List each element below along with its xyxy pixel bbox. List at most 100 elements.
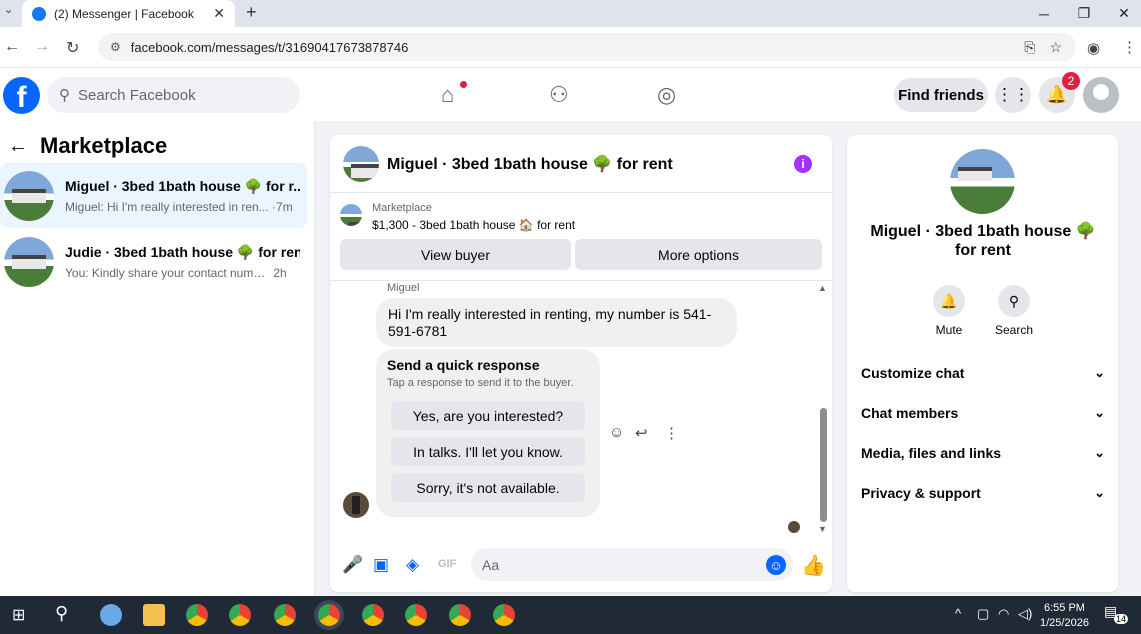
restore-icon[interactable]: ❐ bbox=[1064, 0, 1104, 27]
windows-start-icon[interactable]: ⊞ bbox=[12, 605, 25, 625]
emoji-icon[interactable]: ☺ bbox=[766, 555, 786, 575]
microphone-icon[interactable]: 🎤 bbox=[342, 555, 363, 575]
marketplace-title: Marketplace bbox=[40, 133, 168, 158]
close-window-icon[interactable]: ✕ bbox=[1104, 0, 1141, 27]
more-actions-icon[interactable]: ⋮ bbox=[664, 424, 679, 442]
reload-icon[interactable]: ↻ bbox=[66, 38, 79, 58]
notification-count: 14 bbox=[1114, 614, 1129, 624]
facebook-search-input[interactable]: ⚲ Search Facebook bbox=[47, 77, 300, 113]
section-label: Privacy & support bbox=[861, 485, 981, 501]
media-files-row[interactable]: Media, files and links ⌄ bbox=[861, 445, 1105, 461]
file-explorer-icon[interactable] bbox=[143, 604, 165, 626]
photo-icon[interactable]: ▣ bbox=[373, 555, 389, 575]
chat-members-row[interactable]: Chat members ⌄ bbox=[861, 405, 1105, 421]
chrome-icon[interactable] bbox=[318, 604, 340, 626]
privacy-support-row[interactable]: Privacy & support ⌄ bbox=[861, 485, 1105, 501]
chrome-icon[interactable] bbox=[186, 604, 208, 626]
mute-label: Mute bbox=[935, 323, 963, 337]
more-options-button[interactable]: More options bbox=[575, 239, 822, 270]
browser-tab[interactable]: (2) Messenger | Facebook ✕ bbox=[22, 0, 235, 27]
conversation-time: 2h bbox=[273, 265, 287, 280]
view-buyer-button[interactable]: View buyer bbox=[340, 239, 571, 270]
bookmark-star-icon[interactable]: ☆ bbox=[1049, 39, 1062, 56]
notification-badge: 2 bbox=[1062, 72, 1080, 90]
conversation-name: Miguel · 3bed 1bath house 🌳 for r... bbox=[65, 177, 300, 194]
close-tab-icon[interactable]: ✕ bbox=[213, 5, 225, 22]
chevron-down-icon: ⌄ bbox=[1094, 445, 1105, 460]
new-tab-icon[interactable]: + bbox=[246, 2, 257, 23]
taskbar-search-icon[interactable]: ⚲ bbox=[55, 603, 68, 624]
windows-taskbar bbox=[0, 596, 1141, 634]
chevron-down-icon: ⌄ bbox=[1094, 365, 1105, 380]
listing-large-thumbnail bbox=[950, 149, 1015, 214]
omnibox[interactable]: ⚙ facebook.com/messages/t/31690417673878… bbox=[98, 33, 1076, 61]
home-notification-dot bbox=[460, 81, 467, 88]
conversation-item[interactable]: Miguel · 3bed 1bath house 🌳 for r... Mig… bbox=[0, 163, 307, 228]
section-label: Chat members bbox=[861, 405, 959, 421]
facebook-logo-icon[interactable]: f bbox=[3, 77, 40, 114]
find-friends-button[interactable]: Find friends bbox=[894, 78, 988, 112]
react-icon[interactable]: ☺ bbox=[609, 424, 624, 441]
marketplace-header: ← Marketplace bbox=[8, 133, 167, 159]
clock-date: 1/25/2026 bbox=[1040, 617, 1089, 629]
message-input[interactable]: Aa bbox=[471, 548, 793, 581]
sticker-icon[interactable]: ◈ bbox=[406, 555, 419, 575]
search-icon: ⚲ bbox=[59, 87, 70, 104]
chat-scrollbar[interactable] bbox=[820, 408, 827, 522]
chrome-icon[interactable] bbox=[449, 604, 471, 626]
site-info-icon[interactable]: ⚙ bbox=[110, 40, 121, 54]
weather-app-icon[interactable] bbox=[100, 604, 122, 626]
friends-icon[interactable]: ⚇ bbox=[549, 82, 569, 108]
scroll-down-icon[interactable]: ▼ bbox=[818, 524, 827, 534]
customize-chat-row[interactable]: Customize chat ⌄ bbox=[861, 365, 1105, 381]
chrome-icon[interactable] bbox=[493, 604, 515, 626]
conversation-time: ·7m bbox=[272, 199, 293, 214]
thumbs-up-icon[interactable]: 👍 bbox=[801, 553, 826, 578]
chrome-icon[interactable] bbox=[229, 604, 251, 626]
listing-title: $1,300 - 3bed 1bath house 🏠 for rent bbox=[372, 218, 576, 232]
volume-icon[interactable]: ◁) bbox=[1018, 606, 1032, 622]
sender-avatar[interactable] bbox=[343, 492, 369, 518]
seen-indicator-avatar bbox=[788, 521, 800, 533]
minimize-icon[interactable]: ─ bbox=[1024, 0, 1064, 27]
chrome-icon[interactable] bbox=[405, 604, 427, 626]
menu-grid-icon[interactable]: ⋮⋮ bbox=[995, 77, 1031, 113]
install-app-icon[interactable]: ⎘ bbox=[1024, 39, 1035, 56]
account-avatar[interactable] bbox=[1083, 77, 1119, 113]
listing-thumbnail bbox=[340, 204, 362, 226]
forward-icon[interactable]: → bbox=[34, 38, 50, 56]
back-icon[interactable]: ← bbox=[4, 38, 20, 56]
groups-icon[interactable]: ◎ bbox=[657, 82, 676, 108]
house-thumbnail[interactable] bbox=[343, 146, 379, 182]
quick-response-option[interactable]: Sorry, it's not available. bbox=[391, 473, 585, 502]
section-label: Media, files and links bbox=[861, 445, 1002, 461]
home-icon[interactable]: ⌂ bbox=[441, 82, 454, 108]
info-icon[interactable]: i bbox=[794, 155, 812, 173]
url-text[interactable]: facebook.com/messages/t/3169041767387874… bbox=[131, 40, 1024, 55]
conversation-item[interactable]: Judie · 3bed 1bath house 🌳 for rent You:… bbox=[0, 229, 307, 294]
quick-response-option[interactable]: Yes, are you interested? bbox=[391, 401, 585, 430]
tray-app-icon[interactable]: ▢ bbox=[977, 606, 989, 622]
browser-menu-icon[interactable]: ⋮ bbox=[1122, 38, 1137, 56]
chrome-icon[interactable] bbox=[274, 604, 296, 626]
system-clock[interactable]: 6:55 PM 1/25/2026 bbox=[1040, 601, 1089, 631]
browser-profile-icon[interactable]: ◉ bbox=[1087, 39, 1100, 57]
gif-icon[interactable]: GIF bbox=[438, 558, 456, 570]
sender-name: Miguel bbox=[387, 282, 420, 294]
back-arrow-icon[interactable]: ← bbox=[8, 135, 28, 158]
search-label: Search bbox=[994, 323, 1034, 337]
mute-button[interactable]: 🔔 Mute bbox=[919, 285, 979, 337]
wifi-icon[interactable]: ◠ bbox=[998, 606, 1009, 622]
header-divider bbox=[330, 192, 832, 193]
chevron-down-icon: ⌄ bbox=[1094, 485, 1105, 500]
tab-search-dropdown-icon[interactable]: ⌄ bbox=[4, 3, 13, 16]
chat-title[interactable]: Miguel · 3bed 1bath house 🌳 for rent bbox=[387, 154, 673, 174]
scroll-up-icon[interactable]: ▲ bbox=[818, 283, 827, 293]
show-hidden-icons-icon[interactable]: ^ bbox=[955, 606, 961, 621]
search-conversation-button[interactable]: ⚲ Search bbox=[984, 285, 1044, 337]
quick-response-option[interactable]: In talks. I'll let you know. bbox=[391, 437, 585, 466]
chrome-icon[interactable] bbox=[362, 604, 384, 626]
reply-icon[interactable]: ↩ bbox=[635, 424, 648, 442]
chat-header: Miguel · 3bed 1bath house 🌳 for rent bbox=[343, 146, 673, 182]
search-placeholder: Search Facebook bbox=[78, 86, 196, 104]
